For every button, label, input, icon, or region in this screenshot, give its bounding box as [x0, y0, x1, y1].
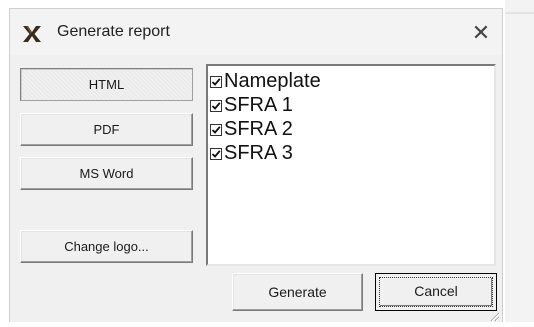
check-icon	[211, 77, 221, 86]
checkbox-sfra-2[interactable]	[210, 123, 222, 136]
report-items-list[interactable]: Nameplate SFRA 1 SFRA 2 SFRA 3	[206, 64, 496, 266]
list-item-sfra-1[interactable]: SFRA 1	[210, 93, 293, 117]
desktop-background	[505, 0, 534, 322]
list-item-nameplate[interactable]: Nameplate	[210, 69, 321, 93]
list-item-label: SFRA 2	[224, 118, 293, 140]
x-logo-icon	[22, 25, 42, 43]
list-item-label: Nameplate	[224, 70, 321, 92]
list-item-label: SFRA 1	[224, 94, 293, 116]
list-item-sfra-2[interactable]: SFRA 2	[210, 117, 293, 141]
check-icon	[211, 125, 221, 134]
checkbox-nameplate[interactable]	[210, 75, 222, 88]
ms-word-format-button[interactable]: MS Word	[20, 157, 193, 190]
title-bar[interactable]: Generate report ✕	[10, 9, 502, 55]
html-format-button[interactable]: HTML	[20, 68, 193, 101]
dialog-title: Generate report	[57, 23, 170, 40]
pdf-format-button[interactable]: PDF	[20, 113, 193, 146]
checkbox-sfra-3[interactable]	[210, 147, 222, 160]
checkbox-sfra-1[interactable]	[210, 99, 222, 112]
check-icon	[211, 101, 221, 110]
resize-grip-icon[interactable]	[488, 309, 500, 322]
close-button[interactable]: ✕	[465, 17, 497, 49]
list-item-label: SFRA 3	[224, 142, 293, 164]
desktop-divider	[505, 12, 534, 14]
close-icon: ✕	[471, 20, 491, 45]
focus-rectangle	[379, 277, 493, 307]
list-item-sfra-3[interactable]: SFRA 3	[210, 141, 293, 165]
cancel-button[interactable]: Cancel	[375, 273, 497, 311]
generate-button[interactable]: Generate	[232, 273, 363, 311]
change-logo-button[interactable]: Change logo...	[20, 230, 193, 263]
check-icon	[211, 149, 221, 158]
generate-report-dialog: Generate report ✕ HTML PDF MS Word Chang…	[9, 8, 503, 322]
